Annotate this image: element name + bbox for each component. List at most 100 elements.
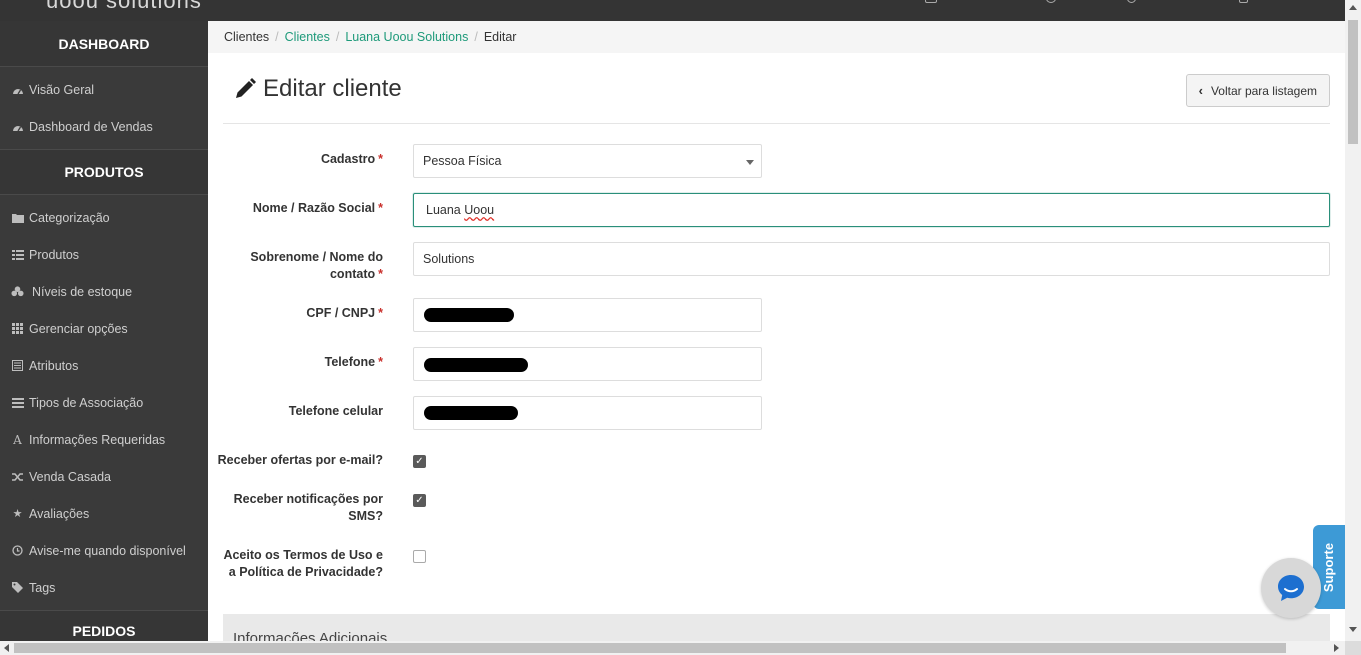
scroll-down-icon[interactable] — [1349, 627, 1357, 632]
nome-input[interactable]: Luana Uoou — [413, 193, 1330, 227]
sidebar-item-label: Tipos de Associação — [29, 395, 144, 410]
nome-label: Nome / Razão Social * — [252, 201, 383, 215]
cpf-input[interactable] — [413, 298, 762, 332]
cart-icon[interactable] — [1239, 0, 1248, 3]
cubes-icon — [11, 286, 24, 298]
horizontal-scrollbar[interactable] — [0, 641, 1345, 655]
vertical-scrollbar[interactable] — [1345, 0, 1361, 641]
clock-icon — [11, 545, 24, 557]
ofertas-checkbox[interactable]: ✓ — [413, 455, 426, 468]
sms-label: Receber notificações por SMS? — [233, 492, 383, 523]
sidebar-item-label: Tags — [29, 580, 56, 595]
sidebar-item-dashboard-vendas[interactable]: Dashboard de Vendas — [0, 108, 208, 145]
page-header: Editar cliente ‹ Voltar para listagem — [223, 71, 1330, 124]
page-title-text: Editar cliente — [263, 75, 402, 102]
vertical-scroll-thumb[interactable] — [1348, 20, 1358, 144]
sidebar-item-label: Avise-me quando disponível — [29, 543, 186, 558]
chevron-down-icon — [746, 160, 754, 165]
sidebar-item-label: Dashboard de Vendas — [29, 119, 153, 134]
termos-label: Aceito os Termos de Uso ea Política de P… — [223, 548, 383, 579]
back-to-list-button[interactable]: ‹ Voltar para listagem — [1185, 74, 1330, 107]
sidebar-item-label: Níveis de estoque — [32, 284, 133, 299]
termos-checkbox[interactable] — [413, 550, 426, 563]
celular-input[interactable] — [413, 396, 762, 430]
search-icon[interactable] — [1127, 0, 1136, 3]
sidebar-item-label: Visão Geral — [29, 82, 95, 97]
breadcrumb-separator: / — [335, 30, 340, 44]
sobrenome-label: Sobrenome / Nome do contato * — [250, 250, 383, 281]
sidebar-section-pedidos[interactable]: PEDIDOS — [0, 610, 208, 641]
sidebar-item-categorizacao[interactable]: Categorização — [0, 199, 208, 236]
breadcrumb-root: Clientes — [224, 30, 270, 44]
breadcrumb-separator: / — [474, 30, 478, 44]
chevron-left-icon: ‹ — [1198, 83, 1203, 98]
list-icon — [11, 397, 24, 409]
pencil-icon — [236, 78, 256, 98]
top-bar: uoou solutions — [0, 0, 1345, 21]
page-title: Editar cliente — [233, 75, 402, 103]
sidebar-item-niveis-estoque[interactable]: Níveis de estoque — [0, 273, 208, 310]
grid-icon — [11, 323, 24, 335]
list-icon — [11, 249, 24, 261]
sidebar-group-produtos: Categorização Produtos Níveis de estoque… — [0, 195, 208, 610]
brand-logo[interactable]: uoou solutions — [46, 0, 202, 14]
dashboard-icon — [11, 84, 24, 96]
scroll-left-icon[interactable] — [4, 644, 9, 652]
sidebar-item-tags[interactable]: Tags — [0, 569, 208, 606]
back-button-label: Voltar para listagem — [1210, 83, 1317, 98]
cadastro-select[interactable]: Pessoa Física — [413, 144, 762, 178]
list-alt-icon — [11, 360, 24, 372]
dashboard-icon — [11, 121, 24, 133]
user-icon[interactable] — [1046, 0, 1056, 3]
telefone-label: Telefone * — [324, 355, 383, 369]
font-icon: A — [13, 432, 22, 447]
sidebar: DASHBOARD Visão Geral Dashboard de Venda… — [0, 21, 208, 641]
sidebar-item-gerenciar-opcoes[interactable]: Gerenciar opções — [0, 310, 208, 347]
sidebar-item-venda-casada[interactable]: Venda Casada — [0, 458, 208, 495]
breadcrumb: Clientes / Clientes / Luana Uoou Solutio… — [208, 21, 1345, 53]
folder-icon — [11, 212, 24, 224]
horizontal-scroll-thumb[interactable] — [14, 643, 1286, 653]
sidebar-item-tipos-associacao[interactable]: Tipos de Associação — [0, 384, 208, 421]
star-icon: ★ — [12, 508, 23, 520]
sobrenome-input[interactable]: Solutions — [413, 242, 1330, 276]
breadcrumb-link-cliente[interactable]: Luana Uoou Solutions — [345, 30, 468, 44]
redaction-mark — [424, 308, 514, 322]
scroll-right-icon[interactable] — [1334, 644, 1339, 652]
sidebar-item-label: Categorização — [29, 210, 110, 225]
breadcrumb-separator: / — [275, 30, 279, 44]
support-label: Suporte — [1321, 542, 1337, 592]
sidebar-item-label: Produtos — [29, 247, 80, 262]
sms-checkbox[interactable]: ✓ — [413, 494, 426, 507]
breadcrumb-link-clientes[interactable]: Clientes — [285, 30, 330, 44]
sidebar-item-label: Atributos — [29, 358, 79, 373]
sidebar-item-produtos[interactable]: Produtos — [0, 236, 208, 273]
sidebar-group-dashboard: Visão Geral Dashboard de Vendas — [0, 67, 208, 149]
sidebar-section-produtos[interactable]: PRODUTOS — [0, 149, 208, 195]
sidebar-item-label: Gerenciar opções — [29, 321, 128, 336]
shuffle-icon — [11, 471, 24, 483]
sidebar-item-atributos[interactable]: Atributos — [0, 347, 208, 384]
sidebar-item-avaliacoes[interactable]: ★ Avaliações — [0, 495, 208, 532]
sidebar-section-dashboard[interactable]: DASHBOARD — [0, 21, 208, 67]
chat-bubble-icon — [1278, 575, 1304, 601]
chat-button[interactable] — [1261, 558, 1321, 618]
sidebar-item-label: Avaliações — [29, 506, 90, 521]
main-content: Clientes / Clientes / Luana Uoou Solutio… — [208, 21, 1345, 641]
tag-icon — [11, 582, 24, 594]
redaction-mark — [424, 358, 528, 372]
sidebar-item-avise-me[interactable]: Avise-me quando disponível — [0, 532, 208, 569]
breadcrumb-current: Editar — [483, 30, 517, 44]
monitor-icon[interactable] — [925, 0, 937, 3]
additional-info-title: Informações Adicionais — [233, 630, 388, 641]
telefone-input[interactable] — [413, 347, 762, 381]
sidebar-item-informacoes-requeridas[interactable]: A Informações Requeridas — [0, 421, 208, 458]
celular-label: Telefone celular — [288, 404, 383, 418]
redaction-mark — [424, 406, 518, 420]
additional-info-section[interactable]: Informações Adicionais — [223, 614, 1330, 641]
cadastro-label: Cadastro * — [320, 152, 383, 166]
cpf-label: CPF / CNPJ * — [306, 306, 383, 320]
scroll-up-icon[interactable] — [1349, 5, 1357, 10]
sidebar-item-visao-geral[interactable]: Visão Geral — [0, 71, 208, 108]
ofertas-label: Receber ofertas por e-mail? — [217, 453, 383, 467]
